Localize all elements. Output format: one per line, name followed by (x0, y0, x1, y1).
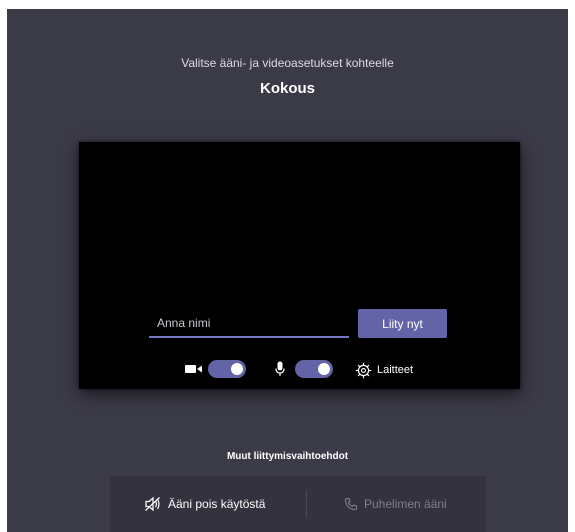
video-preview: Liity nyt (79, 142, 520, 389)
meeting-title: Kokous (259, 80, 315, 97)
toggle-knob (318, 363, 330, 375)
devices-button[interactable]: Laitteet (355, 360, 413, 380)
name-input[interactable] (149, 310, 349, 338)
phone-audio-label: Puhelimen ääni (364, 497, 447, 511)
options-divider (306, 490, 307, 518)
camera-icon[interactable] (185, 362, 203, 376)
mic-toggle[interactable] (295, 360, 333, 378)
audio-off-label: Ääni pois käytöstä (168, 497, 266, 511)
page-subtitle: Valitse ääni- ja videoasetukset kohteell… (181, 56, 394, 70)
speaker-off-icon (145, 496, 160, 512)
phone-audio-option[interactable]: Puhelimen ääni (344, 476, 447, 532)
phone-icon (344, 497, 358, 511)
camera-toggle[interactable] (208, 360, 246, 378)
toggle-knob (231, 363, 243, 375)
mic-icon[interactable] (275, 361, 285, 377)
other-join-options-heading: Muut liittymisvaihtoehdot (226, 451, 349, 462)
meeting-prejoin-screen: Valitse ääni- ja videoasetukset kohteell… (7, 9, 568, 532)
audio-off-option[interactable]: Ääni pois käytöstä (144, 476, 265, 532)
other-join-options: Ääni pois käytöstä Puhelimen ääni (110, 476, 486, 532)
devices-label: Laitteet (377, 364, 414, 376)
join-now-button[interactable]: Liity nyt (358, 309, 447, 338)
gear-icon (355, 362, 372, 378)
